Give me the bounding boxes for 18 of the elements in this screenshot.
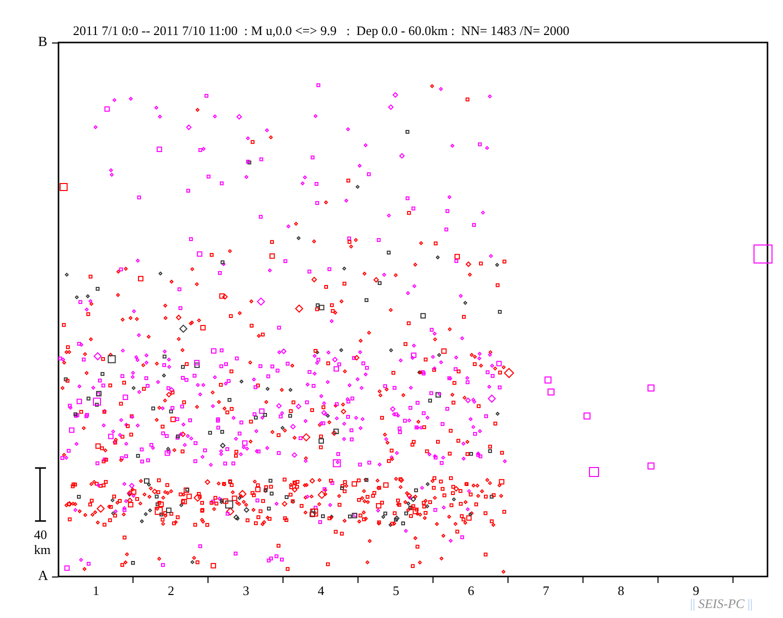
- x-axis-label: 6: [466, 584, 476, 597]
- scale-bar-icon: [35, 467, 46, 522]
- x-axis-label: 1: [92, 584, 100, 597]
- scale-value: 40: [34, 528, 47, 541]
- x-axis-label: 4: [316, 584, 326, 597]
- scale-unit: km: [34, 543, 51, 556]
- x-axis-label: 8: [616, 584, 626, 597]
- chart-title: 2011 7/1 0:0 -- 2011 7/10 11:00 : M u,0.0 <=> 9.9 : Dep 0.0 - 60.0km : NN= 1483 /N= 2000: [73, 24, 570, 37]
- footer-brand: SEIS-PC: [698, 597, 744, 610]
- x-axis-label: 5: [392, 584, 400, 597]
- x-axis-label: 2: [166, 584, 176, 597]
- axis-top-label: B: [38, 36, 48, 50]
- x-axis-label: 3: [242, 584, 250, 597]
- x-axis-label: 7: [542, 584, 550, 597]
- axis-bottom-label: A: [38, 570, 48, 584]
- footer-bars: ||: [747, 597, 753, 610]
- x-axis-label: 9: [692, 584, 700, 597]
- footer-bars: ||: [690, 597, 696, 610]
